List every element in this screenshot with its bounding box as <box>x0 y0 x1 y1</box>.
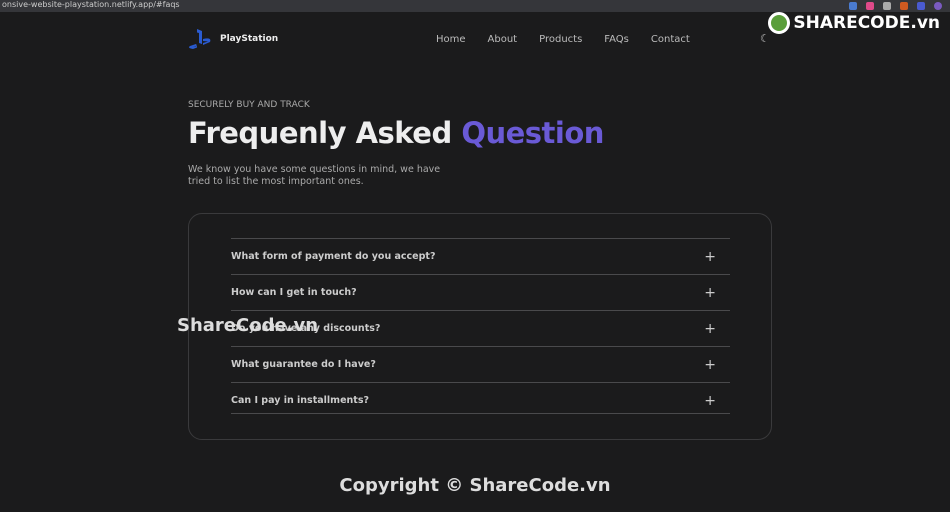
description: We know you have some questions in mind,… <box>188 164 441 187</box>
playstation-icon <box>189 29 211 49</box>
watermark: ShareCode.vn <box>177 315 319 336</box>
extension-icon[interactable] <box>849 2 857 10</box>
faq-item[interactable]: What guarantee do I have? + <box>231 346 730 382</box>
page-title: Frequenly Asked Question <box>188 116 604 150</box>
nav-about[interactable]: About <box>488 34 518 45</box>
logo-text: PlayStation <box>220 34 279 44</box>
plus-icon[interactable]: + <box>704 321 716 337</box>
sharecode-icon <box>768 12 791 34</box>
profile-avatar[interactable] <box>934 2 942 10</box>
faq-question: Can I pay in installments? <box>231 395 369 406</box>
plus-icon[interactable]: + <box>704 285 716 301</box>
sharecode-text: SHARECODE.vn <box>793 13 940 33</box>
faq-item[interactable]: What form of payment do you accept? + <box>231 238 730 274</box>
title-accent: Question <box>461 116 604 150</box>
plus-icon[interactable]: + <box>704 393 716 409</box>
logo[interactable]: PlayStation <box>188 28 278 50</box>
nav-products[interactable]: Products <box>539 34 582 45</box>
extension-icon[interactable] <box>866 2 874 10</box>
sharecode-logo: SHARECODE.vn <box>768 12 940 34</box>
faq-item[interactable]: How can I get in touch? + <box>231 274 730 310</box>
nav-contact[interactable]: Contact <box>651 34 690 45</box>
extension-icon[interactable] <box>917 2 925 10</box>
nav-faqs[interactable]: FAQs <box>604 34 629 45</box>
copyright: Copyright © ShareCode.vn <box>339 475 611 496</box>
plus-icon[interactable]: + <box>704 357 716 373</box>
eyebrow: SECURELY BUY AND TRACK <box>188 100 310 110</box>
url-text[interactable]: onsive-website-playstation.netlify.app/#… <box>2 0 180 9</box>
nav-home[interactable]: Home <box>436 34 466 45</box>
extension-icon[interactable] <box>883 2 891 10</box>
faq-question: What form of payment do you accept? <box>231 251 436 262</box>
extension-icon[interactable] <box>900 2 908 10</box>
divider <box>231 413 730 414</box>
navbar: PlayStation Home About Products FAQs Con… <box>188 28 773 52</box>
faq-question: How can I get in touch? <box>231 287 357 298</box>
faq-question: What guarantee do I have? <box>231 359 376 370</box>
extensions-bar <box>849 0 942 10</box>
address-bar[interactable]: onsive-website-playstation.netlify.app/#… <box>0 0 950 12</box>
nav-menu: Home About Products FAQs Contact <box>436 34 690 45</box>
title-main: Frequenly Asked <box>188 116 462 150</box>
plus-icon[interactable]: + <box>704 249 716 265</box>
